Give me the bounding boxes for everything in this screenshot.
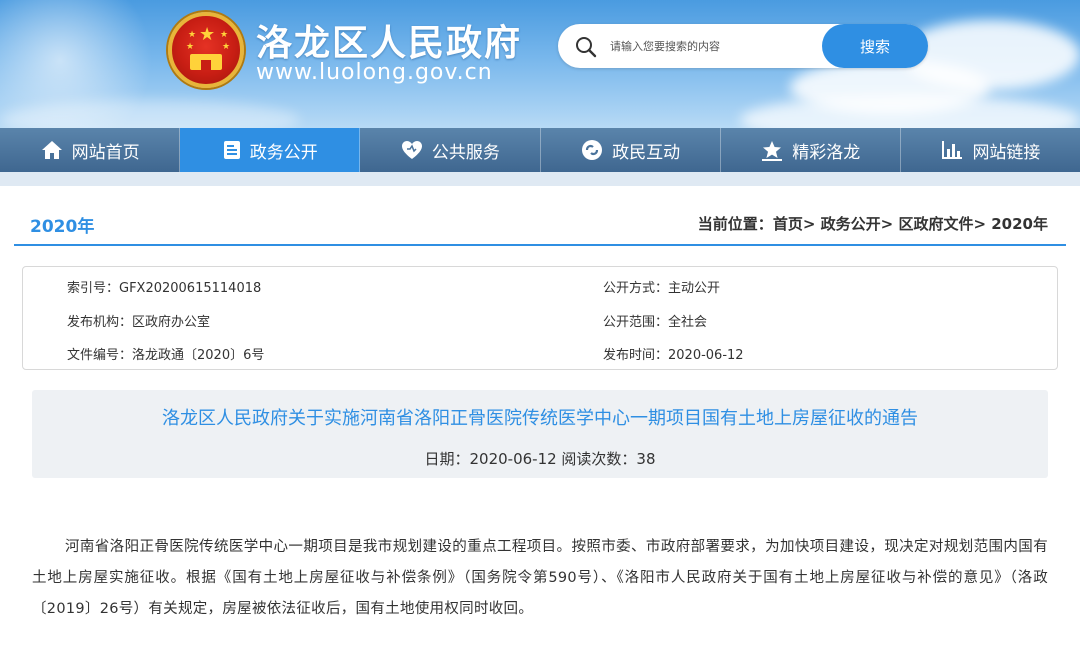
nav-item-government-affairs[interactable]: 政务公开 bbox=[180, 128, 361, 172]
document-icon bbox=[223, 141, 240, 159]
emblem-gate bbox=[190, 54, 222, 70]
panel-header: 2020年 当前位置：首页> 政务公开> 区政府文件> 2020年 bbox=[14, 186, 1066, 246]
home-icon bbox=[41, 141, 62, 159]
meta-publish-date: 发布时间：2020-06-12 bbox=[603, 348, 744, 363]
emblem-star: ★ bbox=[199, 24, 216, 45]
site-url: www.luolong.gov.cn bbox=[256, 60, 493, 85]
meta-doc-no: 文件编号：洛龙政通〔2020〕6号 bbox=[67, 348, 265, 363]
nav-item-label: 政务公开 bbox=[249, 142, 318, 163]
meta-open-mode: 公开方式：主动公开 bbox=[603, 281, 721, 296]
meta-open-scope: 公开范围：全社会 bbox=[603, 315, 708, 330]
document-meta-table: 索引号：GFX20200615114018 发布机构：区政府办公室 文件编号：洛… bbox=[22, 266, 1058, 370]
nav-item-site-links[interactable]: 网站链接 bbox=[901, 128, 1080, 172]
heart-icon bbox=[401, 141, 422, 159]
document-title: 洛龙区人民政府关于实施河南省洛阳正骨医院传统医学中心一期项目国有土地上房屋征收的… bbox=[162, 408, 918, 429]
emblem-star: ★ bbox=[186, 42, 195, 52]
nav-item-label: 网站链接 bbox=[972, 142, 1041, 163]
interact-icon bbox=[582, 140, 603, 160]
star-icon bbox=[762, 141, 783, 161]
breadcrumb-link-year[interactable]: 2020年 bbox=[991, 215, 1048, 233]
main-nav: 网站首页 政务公开 公共服务 政民互动 精彩洛龙 网站链接 bbox=[0, 128, 1080, 172]
breadcrumb-link-district-documents[interactable]: 区政府文件 bbox=[898, 215, 973, 233]
national-emblem-logo[interactable]: ★ ★ ★ ★ ★ bbox=[168, 12, 244, 88]
cloud bbox=[740, 95, 1080, 130]
breadcrumb: 当前位置：首页> 政务公开> 区政府文件> 2020年 bbox=[697, 215, 1048, 233]
chart-icon bbox=[942, 141, 963, 159]
nav-item-home[interactable]: 网站首页 bbox=[0, 128, 181, 172]
nav-item-label: 公共服务 bbox=[431, 142, 500, 163]
meta-publisher: 发布机构：区政府办公室 bbox=[67, 315, 211, 330]
search-bar: 搜索 bbox=[558, 24, 928, 68]
nav-item-label: 网站首页 bbox=[71, 142, 140, 163]
nav-item-label: 精彩洛龙 bbox=[792, 142, 861, 163]
section-title: 2020年 bbox=[30, 217, 95, 237]
content-panel: 2020年 当前位置：首页> 政务公开> 区政府文件> 2020年 索引号：GF… bbox=[0, 186, 1080, 647]
search-input[interactable] bbox=[610, 36, 810, 56]
document-body: 河南省洛阳正骨医院传统医学中心一期项目是我市规划建设的重点工程项目。按照市委、市… bbox=[32, 539, 1048, 617]
document-title-box: 洛龙区人民政府关于实施河南省洛阳正骨医院传统医学中心一期项目国有土地上房屋征收的… bbox=[32, 390, 1048, 478]
nav-item-public-service[interactable]: 公共服务 bbox=[360, 128, 541, 172]
search-icon bbox=[576, 37, 597, 58]
emblem-star: ★ bbox=[188, 30, 197, 40]
emblem-star: ★ bbox=[220, 30, 229, 40]
site-title[interactable]: 洛龙区人民政府 bbox=[256, 14, 522, 66]
document-info: 日期：2020-06-12 阅读次数：38 bbox=[424, 450, 656, 468]
nav-item-interaction[interactable]: 政民互动 bbox=[541, 128, 721, 172]
nav-item-wonderful-luolong[interactable]: 精彩洛龙 bbox=[721, 128, 901, 172]
meta-index-no: 索引号：GFX20200615114018 bbox=[67, 281, 262, 296]
breadcrumb-prefix: 当前位置： bbox=[697, 215, 773, 233]
breadcrumb-link-government-affairs[interactable]: 政务公开 bbox=[821, 215, 881, 233]
search-button[interactable]: 搜索 bbox=[822, 24, 928, 68]
emblem-star: ★ bbox=[222, 42, 231, 52]
breadcrumb-link-home[interactable]: 首页 bbox=[773, 215, 803, 233]
site-header: ★ ★ ★ ★ ★ 洛龙区人民政府 www.luolong.gov.cn 搜索 bbox=[0, 0, 1080, 130]
nav-item-label: 政民互动 bbox=[612, 142, 681, 163]
cloud bbox=[900, 20, 1080, 90]
